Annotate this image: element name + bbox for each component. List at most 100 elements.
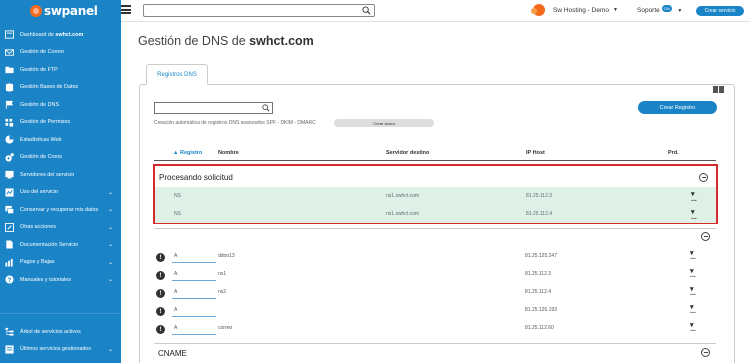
sidebar-item-label: Dashboard de swhct.com: [20, 31, 84, 38]
record-type: A: [174, 271, 178, 277]
company-logo-icon: [531, 4, 545, 16]
sidebar-item-crons[interactable]: Gestión de Crons: [0, 149, 121, 167]
create-service-button[interactable]: Crear servicio: [696, 6, 744, 16]
column-header-prd[interactable]: Prd.: [668, 150, 679, 156]
search-icon[interactable]: [362, 6, 371, 15]
create-now-button[interactable]: Crear ahora: [334, 119, 434, 127]
sidebar: swpanel Dashboard de swhct.com Gestión d…: [0, 0, 121, 363]
create-record-button[interactable]: Crear Registro: [638, 101, 717, 114]
sidebar-item-docs[interactable]: Documentación Servicio ⌄: [0, 236, 121, 254]
record-ip: 81.25.112.3: [526, 193, 553, 199]
sidebar-item-label: Documentación Servicio: [20, 241, 79, 248]
row-actions-button[interactable]: ... ▾: [691, 208, 697, 221]
sidebar-item-usage[interactable]: Uso del servicio ⌄: [0, 184, 121, 202]
sidebar-item-payments[interactable]: Pagos y Bajas ⌄: [0, 254, 121, 272]
header-divider: [154, 160, 716, 161]
chevron-down-icon: ⌄: [107, 207, 113, 213]
export-icons[interactable]: [713, 86, 724, 93]
brand-logo[interactable]: swpanel: [0, 0, 121, 22]
tab-dns-records[interactable]: Registros DNS: [146, 64, 208, 85]
sidebar-bottom-nav: Árbol de servicios activos Últimos servi…: [0, 323, 121, 358]
record-name: correo: [218, 325, 233, 331]
column-header-servidor[interactable]: Servidor destino: [386, 150, 429, 156]
caret-down-icon: ▼: [613, 7, 618, 13]
topbar: Sw Hosting - Demo ▼ Soporte ON ▼ Crear s…: [121, 0, 750, 22]
column-header-nombre[interactable]: Nombre: [218, 150, 239, 156]
auto-dns-description: Creación automática de registros DNS ava…: [154, 120, 316, 126]
table-row[interactable]: ! A ns1 81.25.112.3 ... ▾: [154, 266, 716, 284]
row-actions-button[interactable]: ... ▾: [690, 321, 696, 333]
processing-request-group: Procesando solicitud NS ns1.swhct.com 81…: [153, 164, 718, 224]
record-type: A: [174, 307, 178, 313]
export-excel-icon[interactable]: [713, 86, 718, 93]
sidebar-item-dashboard[interactable]: Dashboard de swhct.com: [0, 26, 121, 44]
sidebar-item-label: Árbol de servicios activos: [20, 328, 81, 335]
sidebar-item-stats[interactable]: Estadísticas Web: [0, 131, 121, 149]
sidebar-item-ftp[interactable]: Gestión de FTP: [0, 61, 121, 79]
collapse-icon[interactable]: [699, 173, 708, 182]
table-row[interactable]: ! A 81.25.126.193 ... ▾: [154, 302, 716, 320]
sidebar-item-servers[interactable]: Servidores del servicio: [0, 166, 121, 184]
chevron-down-icon: ⌄: [107, 189, 113, 196]
sidebar-item-label: Últimos servicios gestionados: [20, 346, 92, 353]
support-status-badge: ON: [661, 5, 672, 12]
column-header-ip[interactable]: IP Host: [526, 150, 545, 156]
chevron-down-icon: ⌄: [107, 277, 113, 283]
info-icon[interactable]: !: [156, 307, 165, 316]
sidebar-item-manuals[interactable]: ? Manuales y tutoriales ⌄: [0, 271, 121, 289]
global-search-input[interactable]: [143, 4, 375, 17]
support-menu[interactable]: Soporte ON ▼: [637, 5, 683, 14]
permissions-icon: [5, 118, 14, 127]
column-header-registro[interactable]: ▲ Registro: [173, 150, 202, 156]
search-icon[interactable]: [262, 104, 270, 112]
sidebar-item-permissions[interactable]: Gestión de Permisos: [0, 114, 121, 132]
server-icon: [5, 170, 14, 179]
sidebar-item-label: Gestión de DNS: [20, 101, 59, 108]
record-ip: 81.25.112.4: [526, 211, 553, 217]
table-row[interactable]: NS ns1.swhct.com 81.25.112.3 ... ▾: [155, 187, 716, 205]
sidebar-item-recent-services[interactable]: Últimos servicios gestionados ⌄: [0, 341, 121, 359]
row-actions-button[interactable]: ... ▾: [690, 303, 696, 315]
caret-down-icon: ▼: [677, 8, 683, 14]
menu-icon[interactable]: [121, 5, 131, 14]
sidebar-nav: Dashboard de swhct.com Gestión de Correo…: [0, 26, 121, 289]
sidebar-item-mail[interactable]: Gestión de Correo: [0, 44, 121, 62]
record-ip: 81.25.112.3: [525, 271, 552, 277]
chevron-down-icon: ⌄: [107, 224, 113, 231]
gear-icon: [5, 152, 14, 162]
name-field-underline: [172, 334, 216, 335]
row-actions-button[interactable]: ... ▾: [691, 190, 697, 203]
row-actions-button[interactable]: ... ▾: [690, 267, 696, 279]
info-icon[interactable]: !: [156, 271, 165, 280]
sidebar-item-label: Gestión de Correo: [20, 49, 65, 56]
collapse-icon[interactable]: [701, 348, 710, 357]
table-row[interactable]: ! A ddoo13 81.25.125.247 ... ▾: [154, 248, 716, 266]
mail-icon: [5, 48, 14, 57]
info-icon[interactable]: !: [156, 289, 165, 298]
sidebar-item-dns[interactable]: Gestión de DNS: [0, 96, 121, 114]
help-icon: ?: [5, 275, 14, 284]
export-pdf-icon[interactable]: [719, 86, 724, 93]
sidebar-item-label: Manuales y tutoriales: [20, 276, 71, 283]
info-icon[interactable]: !: [156, 253, 165, 262]
collapse-icon[interactable]: [701, 232, 710, 241]
sidebar-item-label: Uso del servicio: [20, 189, 59, 196]
sidebar-item-databases[interactable]: Gestión Bases de Datos: [0, 79, 121, 97]
info-icon[interactable]: !: [156, 325, 165, 334]
row-actions-button[interactable]: ... ▾: [690, 285, 696, 297]
company-selector[interactable]: Sw Hosting - Demo ▼: [531, 4, 618, 16]
records-search-input[interactable]: [154, 102, 273, 114]
chevron-down-icon: ⌄: [107, 346, 113, 353]
table-row[interactable]: ! A correo 81.25.112.60 ... ▾: [154, 320, 716, 338]
group-divider: [154, 228, 716, 229]
table-row[interactable]: NS ns1.swhct.com 81.25.112.4 ... ▾: [155, 205, 716, 223]
flag-icon: [5, 100, 14, 109]
sidebar-item-other-actions[interactable]: Otras acciones ⌄: [0, 219, 121, 237]
record-ip: 81.25.112.4: [525, 289, 552, 295]
tree-icon: [5, 327, 14, 336]
table-row[interactable]: ! A ns2 81.25.112.4 ... ▾: [154, 284, 716, 302]
cname-section-title: CNAME: [158, 349, 187, 358]
sidebar-item-backup[interactable]: Conservar y recuperar mis datos ⌄: [0, 201, 121, 219]
row-actions-button[interactable]: ... ▾: [690, 249, 696, 261]
sidebar-item-service-tree[interactable]: Árbol de servicios activos: [0, 323, 121, 341]
